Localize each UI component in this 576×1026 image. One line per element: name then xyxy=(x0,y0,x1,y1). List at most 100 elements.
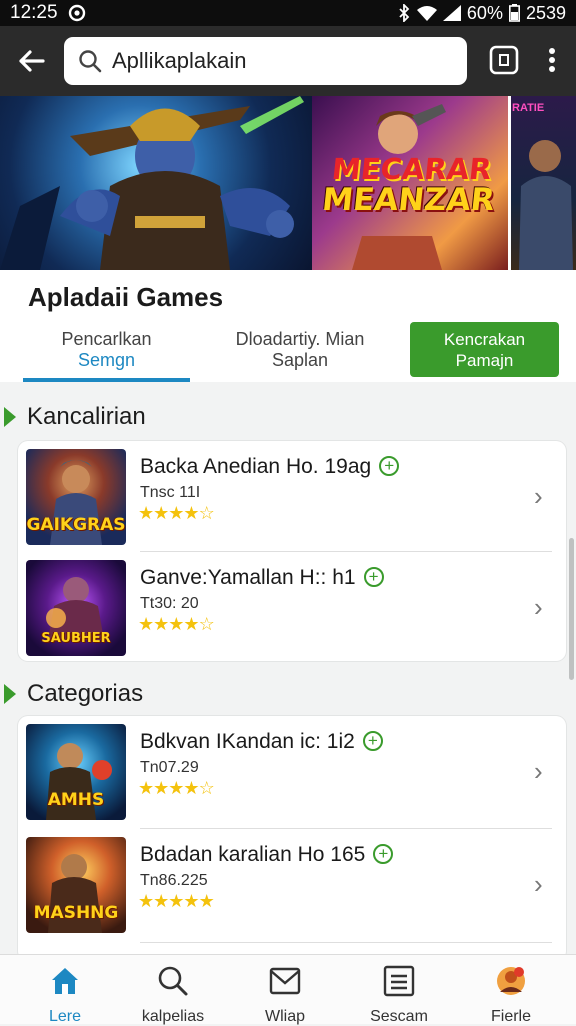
add-icon[interactable]: + xyxy=(363,567,384,587)
section-marker-icon xyxy=(4,407,16,427)
star-filled-icon: ★ xyxy=(183,503,199,523)
star-empty-icon: ☆ xyxy=(198,503,215,523)
rating-stars: ★★★★☆ xyxy=(138,503,215,524)
game-thumbnail: AMHS xyxy=(26,724,126,820)
section-header: Kancalirian xyxy=(0,401,146,433)
more-vert-icon xyxy=(549,48,555,72)
notification-icon xyxy=(68,4,85,22)
star-filled-icon: ★ xyxy=(198,891,215,911)
wifi-icon xyxy=(416,6,437,21)
warrior-illustration xyxy=(0,96,304,270)
home-icon xyxy=(52,968,78,994)
game-meta: Tnsc 11I xyxy=(140,484,201,501)
game-title-text: Ganve:Yamallan H:: h1 xyxy=(140,566,356,589)
app-bar: Apllikaplakain xyxy=(0,26,576,96)
list-item[interactable]: SAUBHER Ganve:Yamallan H:: h1 + Tt30: 20 … xyxy=(18,552,566,662)
tab-search-line1: Pencarlkan xyxy=(61,329,152,349)
section-marker-icon xyxy=(4,684,16,704)
nav-label: kalpelias xyxy=(141,1008,205,1025)
star-filled-icon: ★ xyxy=(168,778,184,798)
game-title: Ganve:Yamallan H:: h1 + xyxy=(140,566,384,590)
search-input[interactable]: Apllikaplakain xyxy=(64,37,467,85)
arrow-left-icon xyxy=(19,50,45,72)
star-filled-icon: ★ xyxy=(138,778,154,798)
tab-downloads[interactable]: Dloadartiy. Mian Saplan xyxy=(210,322,390,378)
featured-banner[interactable]: MECARAR MEANZAR RATIE xyxy=(0,96,576,270)
game-list-card: AMHS Bdkvan IKandan ic: 1i2 + Tn07.29 ★★★… xyxy=(18,716,566,961)
nav-item-mail[interactable]: Wliap xyxy=(230,963,340,1025)
game-meta: Tn86.225 xyxy=(140,872,208,889)
crop-icon xyxy=(489,45,519,75)
signal-icon xyxy=(442,5,461,21)
more-options-button[interactable] xyxy=(536,44,568,76)
star-filled-icon: ★ xyxy=(183,778,199,798)
star-empty-icon: ☆ xyxy=(198,778,215,798)
banner-title: MECARAR MEANZAR xyxy=(319,152,502,218)
star-filled-icon: ★ xyxy=(153,778,169,798)
chevron-right-icon[interactable]: › xyxy=(534,756,543,787)
game-title-text: Bdadan karalian Ho 165 xyxy=(140,843,366,866)
scrollbar[interactable] xyxy=(569,538,574,680)
chevron-right-icon[interactable]: › xyxy=(534,869,543,900)
list-item[interactable]: GAIKGRAS Backa Anedian Ho. 19ag + Tnsc 11… xyxy=(18,441,566,551)
list-item[interactable]: AMHS Bdkvan IKandan ic: 1i2 + Tn07.29 ★★★… xyxy=(18,716,566,826)
nav-label: Wliap xyxy=(264,1008,305,1025)
game-thumbnail: MASHNG xyxy=(26,837,126,933)
game-thumbnail-label: GAIKGRAS xyxy=(26,515,126,535)
nav-label: Lere xyxy=(48,1008,82,1025)
nav-item-list[interactable]: Sescam xyxy=(344,963,454,1025)
search-icon xyxy=(79,50,102,73)
search-icon xyxy=(158,966,188,996)
next-banner-title: RATIE xyxy=(512,102,545,114)
nav-item-search[interactable]: kalpelias xyxy=(118,963,228,1025)
chevron-right-icon[interactable]: › xyxy=(534,481,543,512)
star-filled-icon: ★ xyxy=(183,614,199,634)
banner-title-line1: MECARAR xyxy=(330,152,494,186)
game-title: Bdkvan IKandan ic: 1i2 + xyxy=(140,730,383,754)
star-filled-icon: ★ xyxy=(168,614,184,634)
section-header: Categorias xyxy=(0,678,143,710)
nav-label: Fierle xyxy=(490,1008,531,1025)
rating-stars: ★★★★☆ xyxy=(138,614,215,635)
rating-stars: ★★★★☆ xyxy=(138,778,215,799)
banner-title-line2: MEANZAR xyxy=(320,182,497,218)
section-title: Categorias xyxy=(27,680,144,707)
screenshot-button[interactable] xyxy=(488,44,520,76)
game-title: Bdadan karalian Ho 165 + xyxy=(140,843,394,867)
action-button-line2: Pamajn xyxy=(455,350,514,370)
status-bar: 12:25 60% 2539 xyxy=(0,0,576,26)
add-icon[interactable]: + xyxy=(379,456,400,476)
chevron-right-icon[interactable]: › xyxy=(534,592,543,623)
back-button[interactable] xyxy=(0,26,62,96)
list-icon xyxy=(383,965,415,997)
game-title-text: Bdkvan IKandan ic: 1i2 xyxy=(140,730,355,753)
game-thumbnail: GAIKGRAS xyxy=(26,449,126,545)
bluetooth-icon xyxy=(399,4,410,22)
nav-label: Sescam xyxy=(370,1008,428,1025)
star-filled-icon: ★ xyxy=(168,503,184,523)
tab-search-line2: Semgn xyxy=(77,350,136,370)
games-header: Apladaii Games Pencarlkan Semgn Dloadart… xyxy=(0,270,576,382)
game-thumbnail-label: AMHS xyxy=(47,790,105,810)
action-button-line1: Kencrakan xyxy=(443,329,526,349)
page-title: Apladaii Games xyxy=(28,282,224,312)
tab-search[interactable]: Pencarlkan Semgn xyxy=(23,322,190,378)
game-title-text: Backa Anedian Ho. 19ag xyxy=(140,455,372,478)
add-icon[interactable]: + xyxy=(373,844,394,864)
list-item[interactable]: MASHNG Bdadan karalian Ho 165 + Tn86.225 … xyxy=(18,829,566,939)
star-filled-icon: ★ xyxy=(183,891,199,911)
action-button[interactable]: Kencrakan Pamajn xyxy=(410,322,559,377)
active-tab-indicator xyxy=(23,378,190,382)
star-empty-icon: ☆ xyxy=(198,614,215,634)
list-divider xyxy=(140,942,552,943)
profile-icon xyxy=(497,967,525,995)
star-filled-icon: ★ xyxy=(168,891,184,911)
add-icon[interactable]: + xyxy=(362,731,383,751)
nav-item-home[interactable]: Lere xyxy=(10,963,120,1025)
star-filled-icon: ★ xyxy=(138,891,154,911)
mail-icon xyxy=(269,967,301,995)
nav-item-profile[interactable]: Fierle xyxy=(456,963,566,1025)
star-filled-icon: ★ xyxy=(153,614,169,634)
search-query: Apllikaplakain xyxy=(112,48,247,73)
game-meta: Tt30: 20 xyxy=(140,595,199,612)
